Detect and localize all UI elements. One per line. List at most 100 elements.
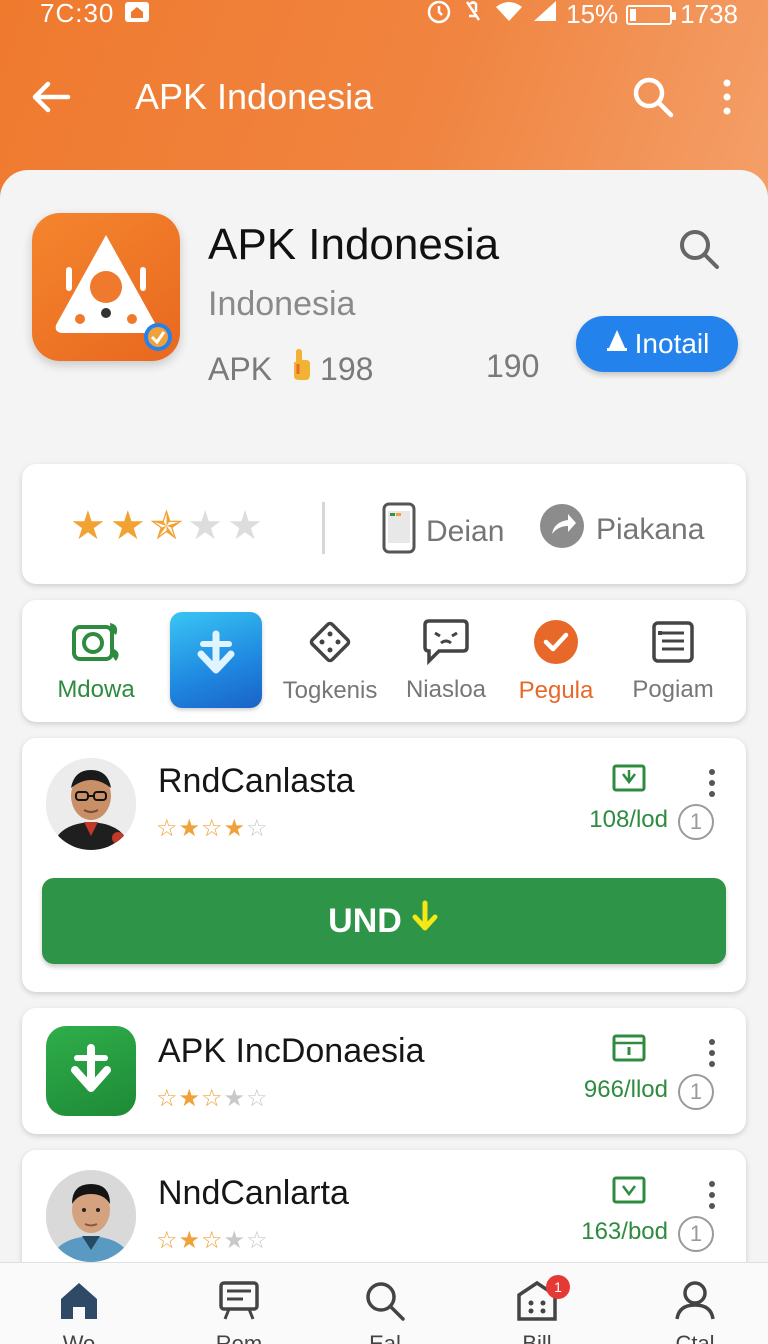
phone-icon (382, 502, 416, 562)
nav-feed[interactable]: Rem (184, 1279, 294, 1344)
share-arrow-icon (538, 502, 586, 558)
category-item[interactable]: Togkenis (278, 600, 382, 722)
download-button[interactable]: UND (42, 878, 726, 964)
status-time: 7C:30 (40, 0, 115, 28)
alarm-icon (426, 0, 452, 31)
check-circle-icon (532, 618, 580, 671)
item-rating-stars: ☆★☆★☆ (156, 1085, 269, 1112)
home-status-icon (122, 0, 152, 31)
app-bar: APK Indonesia (0, 60, 768, 140)
category-label: Togkenis (282, 676, 378, 704)
nav-label: Wo (62, 1331, 96, 1344)
list-item[interactable]: APK IncDonaesia ☆★☆★☆ 966/llod 1 (22, 1008, 746, 1134)
wifi-icon (494, 0, 524, 30)
more-vert-icon[interactable] (706, 768, 718, 798)
nav-home[interactable]: Wo (24, 1279, 134, 1344)
bell-icon (605, 328, 629, 361)
nav-label: Ctal (675, 1331, 715, 1344)
nav-search[interactable]: Eal (330, 1279, 440, 1344)
battery-icon (626, 4, 677, 25)
nav-label: Eal (369, 1331, 401, 1344)
star-empty-icon: ★ (227, 504, 263, 548)
item-title: NndCanlarta (158, 1174, 349, 1212)
search-icon[interactable] (630, 74, 676, 120)
stat-share[interactable]: Piakana (538, 502, 704, 558)
app-name: APK Indonesia (208, 220, 500, 269)
back-arrow-icon[interactable] (28, 74, 74, 120)
status-right-group: 15% 1738 (426, 0, 738, 31)
more-vert-icon[interactable] (706, 1038, 718, 1068)
item-count-badge: 1 (678, 804, 714, 840)
item-count-badge: 1 (678, 1074, 714, 1110)
download-box-icon (612, 762, 646, 792)
category-item[interactable]: Pogiam (618, 600, 728, 722)
app-header: APK Indonesia Indonesia APK 198 190 Inot… (0, 170, 768, 440)
item-downloads: 966/llod (583, 1076, 668, 1103)
install-button[interactable]: Inotail (576, 316, 738, 372)
item-title: APK IncDonaesia (158, 1032, 425, 1070)
download-arrow-icon (189, 630, 243, 691)
star-empty-icon: ★ (187, 504, 224, 548)
nav-label: Rem (215, 1331, 263, 1344)
mute-icon (460, 0, 486, 31)
green-download-app-icon (46, 1026, 136, 1116)
star-icon: ★ (70, 504, 106, 548)
nav-label: Bill (522, 1331, 552, 1344)
category-item-active[interactable]: Pegula (504, 600, 608, 722)
category-label: Mdowa (57, 675, 135, 703)
dice-icon (306, 618, 354, 671)
profile-icon (673, 1279, 717, 1326)
signal-icon (532, 0, 558, 30)
status-bar: 7C:30 15% 1738 (0, 0, 768, 30)
stat-device-label: Deian (426, 515, 505, 548)
item-rating-stars: ☆★☆★☆ (156, 1227, 269, 1254)
stat-device[interactable]: Deian (382, 502, 504, 562)
battery-percent: 15% (566, 0, 619, 29)
download-box-icon (612, 1174, 646, 1204)
nav-profile[interactable]: Ctal (640, 1279, 750, 1344)
person-avatar (46, 1170, 136, 1262)
featured-category-button[interactable] (170, 612, 262, 708)
meta-count-secondary: 190 (486, 348, 540, 384)
search-icon[interactable] (676, 226, 722, 272)
more-vert-icon[interactable] (706, 1180, 718, 1210)
category-card: Mdowa Togkenis Niasloa Pegula Pogiam (22, 600, 746, 722)
feed-icon (217, 1279, 261, 1326)
camera-leaf-icon (70, 619, 122, 670)
item-count-badge: 1 (678, 1216, 714, 1252)
notification-badge: 1 (546, 1275, 570, 1299)
category-item[interactable]: Mdowa (44, 600, 148, 722)
stat-share-label: Piakana (596, 513, 705, 546)
rating-stars: ★ ★ ✯ ★ ★ (70, 506, 263, 546)
download-button-label: UND (328, 901, 402, 940)
bottom-nav: Wo Rem Eal 1 Bill Ctal (0, 1262, 768, 1344)
item-title: RndCanlasta (158, 762, 355, 800)
app-subtitle: Indonesia (208, 285, 356, 323)
search-icon (363, 1279, 407, 1326)
rating-card: ★ ★ ✯ ★ ★ Deian Piakana (22, 464, 746, 584)
download-box-icon (612, 1032, 646, 1062)
app-logo-icon (32, 213, 180, 361)
nav-apps[interactable]: 1 Bill (482, 1275, 592, 1344)
thumb-badge-icon (286, 348, 316, 390)
person-glasses-avatar (46, 758, 136, 850)
category-label: Pegula (518, 676, 594, 704)
install-button-label: Inotail (634, 328, 710, 359)
star-icon: ★ (109, 504, 146, 548)
list-item[interactable]: RndCanlasta ☆★☆★☆ 108/lod 1 UND (22, 738, 746, 992)
app-meta: APK 198 190 (208, 348, 539, 390)
category-item[interactable]: Niasloa (394, 600, 498, 722)
category-label: Niasloa (405, 675, 487, 703)
home-icon (57, 1279, 101, 1326)
chat-bubble-icon (421, 618, 471, 670)
download-arrow-icon (410, 900, 440, 943)
meta-count: 198 (320, 350, 374, 387)
app-bar-title: APK Indonesia (135, 76, 374, 117)
item-downloads: 108/lod (589, 806, 668, 833)
status-number: 1738 (680, 0, 738, 29)
meta-label: APK (208, 350, 273, 387)
item-rating-stars: ☆★☆★☆ (156, 815, 269, 842)
more-vert-icon[interactable] (710, 74, 744, 120)
content-sheet: APK Indonesia Indonesia APK 198 190 Inot… (0, 170, 768, 1344)
category-label: Pogiam (632, 675, 714, 703)
